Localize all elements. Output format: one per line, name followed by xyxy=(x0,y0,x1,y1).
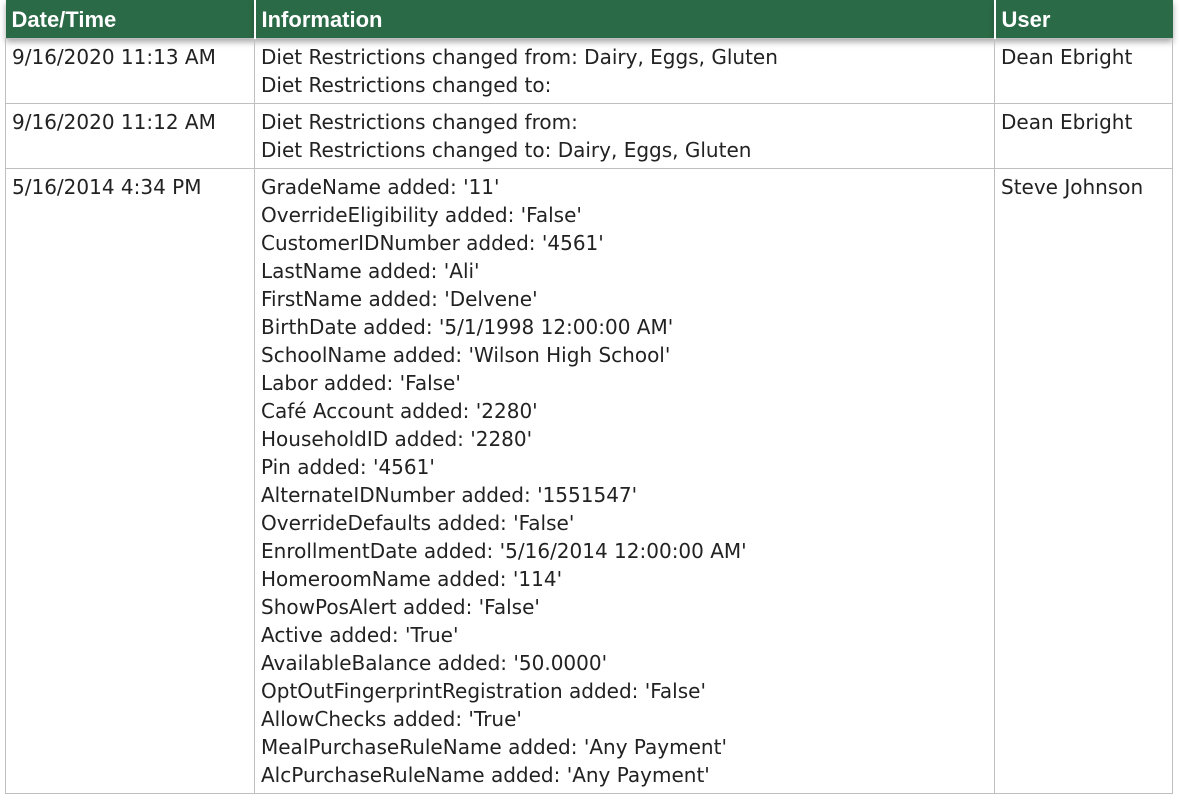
info-line: BirthDate added: '5/1/1998 12:00:00 AM' xyxy=(261,315,674,339)
info-line: Diet Restrictions changed to: xyxy=(261,73,552,97)
table-row: 5/16/2014 4:34 PM GradeName added: '11' … xyxy=(5,168,1173,794)
info-line: HomeroomName added: '114' xyxy=(261,567,563,591)
table-row: 9/16/2020 11:12 AM Diet Restrictions cha… xyxy=(5,103,1173,169)
cell-user: Dean Ebright xyxy=(994,38,1173,104)
column-header-information[interactable]: Information xyxy=(254,0,996,39)
info-line: Diet Restrictions changed from: Dairy, E… xyxy=(261,45,778,69)
cell-information: Diet Restrictions changed from: Diet Res… xyxy=(254,103,995,169)
info-line: Active added: 'True' xyxy=(261,623,459,647)
info-line: AlternateIDNumber added: '1551547' xyxy=(261,483,638,507)
audit-history-table: Date/Time Information User 9/16/2020 11:… xyxy=(5,0,1173,794)
cell-information: GradeName added: '11' OverrideEligibilit… xyxy=(254,168,995,794)
cell-datetime: 9/16/2020 11:13 AM xyxy=(5,38,255,104)
cell-information: Diet Restrictions changed from: Dairy, E… xyxy=(254,38,995,104)
info-line: HouseholdID added: '2280' xyxy=(261,427,533,451)
info-line: OptOutFingerprintRegistration added: 'Fa… xyxy=(261,679,706,703)
info-line: SchoolName added: 'Wilson High School' xyxy=(261,343,671,367)
info-line: MealPurchaseRuleName added: 'Any Payment… xyxy=(261,735,727,759)
column-header-datetime[interactable]: Date/Time xyxy=(5,0,256,39)
info-line: AlcPurchaseRuleName added: 'Any Payment' xyxy=(261,763,710,787)
info-line: ShowPosAlert added: 'False' xyxy=(261,595,540,619)
info-line: GradeName added: '11' xyxy=(261,175,500,199)
info-line: EnrollmentDate added: '5/16/2014 12:00:0… xyxy=(261,539,747,563)
cell-datetime: 5/16/2014 4:34 PM xyxy=(5,168,255,794)
info-line: LastName added: 'Ali' xyxy=(261,259,480,283)
cell-user: Dean Ebright xyxy=(994,103,1173,169)
info-line: OverrideDefaults added: 'False' xyxy=(261,511,575,535)
info-line: Café Account added: '2280' xyxy=(261,399,538,423)
table-header-row: Date/Time Information User xyxy=(5,0,1173,39)
column-header-user[interactable]: User xyxy=(994,0,1173,39)
info-line: AvailableBalance added: '50.0000' xyxy=(261,651,608,675)
info-line: Diet Restrictions changed from: xyxy=(261,110,578,134)
info-line: Diet Restrictions changed to: Dairy, Egg… xyxy=(261,138,752,162)
info-line: AllowChecks added: 'True' xyxy=(261,707,522,731)
info-line: FirstName added: 'Delvene' xyxy=(261,287,538,311)
info-line: OverrideEligibility added: 'False' xyxy=(261,203,582,227)
info-line: Pin added: '4561' xyxy=(261,455,435,479)
info-line: Labor added: 'False' xyxy=(261,371,461,395)
cell-user: Steve Johnson xyxy=(994,168,1173,794)
cell-datetime: 9/16/2020 11:12 AM xyxy=(5,103,255,169)
table-row: 9/16/2020 11:13 AM Diet Restrictions cha… xyxy=(5,38,1173,104)
info-line: CustomerIDNumber added: '4561' xyxy=(261,231,604,255)
